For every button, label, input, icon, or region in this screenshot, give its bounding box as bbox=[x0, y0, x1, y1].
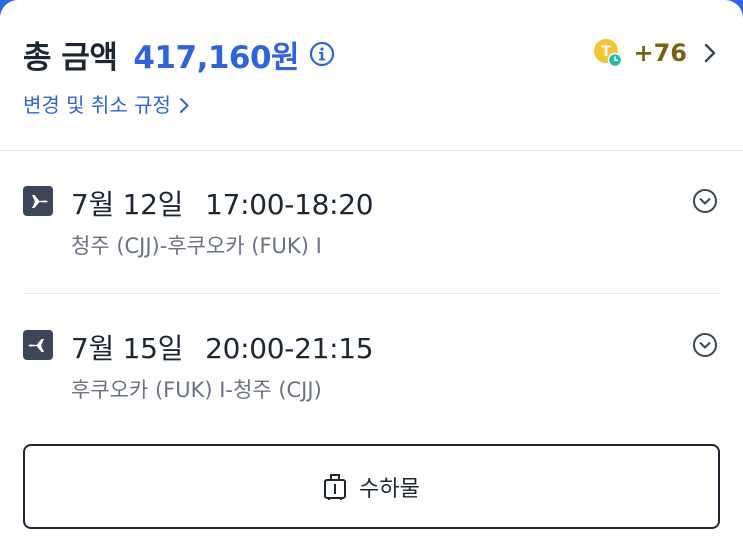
baggage-label: 수하물 bbox=[359, 476, 420, 502]
flight-datetime: 7월 15일 20:00-21:15 bbox=[71, 327, 374, 367]
flight-segment-outbound[interactable]: 7월 12일 17:00-18:20 청주 (CJJ)-후쿠오카 (FUK) I bbox=[23, 186, 720, 286]
chevron-down-circle-icon[interactable] bbox=[692, 188, 718, 214]
baggage-button[interactable]: 수하물 bbox=[23, 444, 720, 529]
info-icon[interactable] bbox=[309, 41, 335, 67]
flight-segment-return[interactable]: 7월 15일 20:00-21:15 후쿠오카 (FUK) I-청주 (CJJ) bbox=[23, 330, 720, 430]
airplane-outbound-icon bbox=[23, 186, 53, 216]
chevron-right-icon bbox=[703, 42, 717, 64]
points-button[interactable]: T +76 bbox=[593, 36, 717, 70]
airplane-return-icon bbox=[23, 330, 53, 360]
flight-date: 7월 12일 bbox=[71, 188, 184, 221]
total-label: 총 금액 bbox=[23, 39, 118, 76]
luggage-icon bbox=[323, 473, 347, 501]
total-amount: 417,160원 bbox=[133, 39, 300, 76]
flight-datetime: 7월 12일 17:00-18:20 bbox=[71, 183, 374, 223]
total-price-row: 총 금액 417,160원 bbox=[23, 30, 335, 78]
flight-route: 후쿠오카 (FUK) I-청주 (CJJ) bbox=[71, 378, 322, 402]
flight-date: 7월 15일 bbox=[71, 332, 184, 365]
points-value: +76 bbox=[633, 39, 687, 67]
flight-times: 17:00-18:20 bbox=[205, 188, 374, 221]
chevron-down-circle-icon[interactable] bbox=[692, 332, 718, 358]
flight-times: 20:00-21:15 bbox=[205, 332, 374, 365]
flight-route: 청주 (CJJ)-후쿠오카 (FUK) I bbox=[71, 234, 322, 258]
booking-summary-sheet: 총 금액 417,160원 T +76 변경 및 취소 규정 7월 12일 17… bbox=[0, 0, 743, 547]
policy-link-label: 변경 및 취소 규정 bbox=[23, 92, 171, 117]
change-cancel-policy-link[interactable]: 변경 및 취소 규정 bbox=[23, 88, 190, 118]
divider bbox=[23, 293, 720, 294]
coin-icon: T bbox=[593, 38, 623, 68]
divider bbox=[0, 150, 743, 151]
chevron-right-icon bbox=[179, 95, 190, 113]
